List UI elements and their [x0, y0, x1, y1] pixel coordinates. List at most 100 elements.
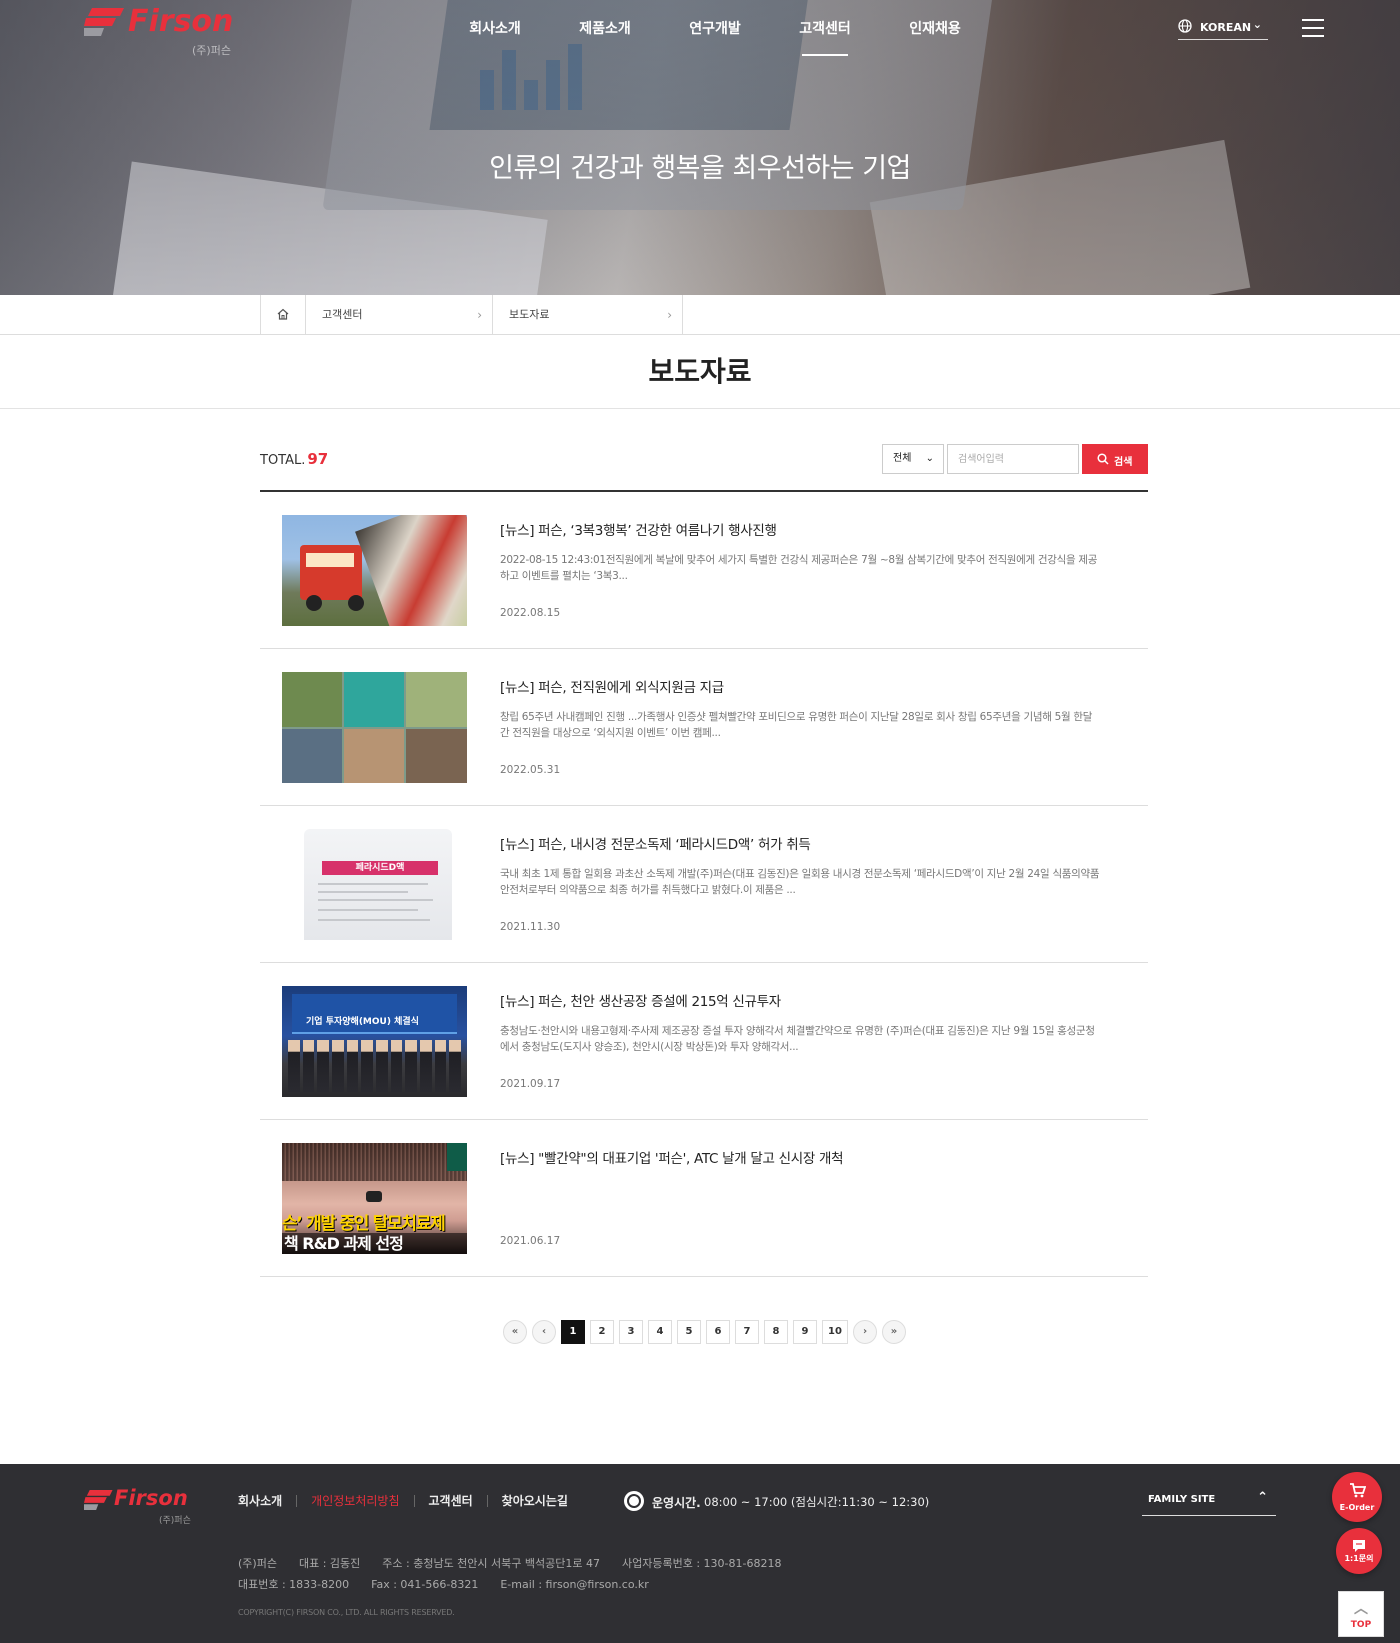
play-icon [366, 1191, 382, 1202]
page-number[interactable]: 1 [561, 1320, 585, 1344]
breadcrumb: 고객센터 › 보도자료 › [0, 295, 1400, 335]
chevron-up-icon: ⌃ [1257, 1490, 1268, 1505]
page-number[interactable]: 6 [706, 1320, 730, 1344]
breadcrumb-home[interactable] [260, 295, 306, 335]
logo-subtitle: (주)퍼슨 [192, 44, 231, 57]
chevron-up-icon: ︿ [1354, 1601, 1368, 1617]
hero-title: 인류의 건강과 행복을 최우선하는 기업 [489, 153, 911, 184]
inquiry-button[interactable]: 1:1문의 [1336, 1528, 1382, 1574]
top-label: TOP [1350, 1620, 1372, 1630]
page-number[interactable]: 4 [648, 1320, 672, 1344]
page-last[interactable]: » [882, 1320, 906, 1344]
family-site-select[interactable]: FAMILY SITE ⌃ [1142, 1488, 1276, 1516]
main-nav: 회사소개 제품소개 연구개발 고객센터 인재채용 [440, 18, 990, 58]
bottle-label: 페라시드D액 [322, 861, 438, 875]
article-item[interactable]: [뉴스] 퍼슨, ‘3복3행복’ 건강한 여름나기 행사진행 2022-08-1… [260, 492, 1148, 649]
company-ceo: 대표 : 김동진 [298, 1557, 361, 1570]
article-title: [뉴스] 퍼슨, 전직원에게 외식지원금 지급 [500, 680, 724, 696]
filter-value: 전체 [893, 453, 912, 464]
hero-banner: Firson (주)퍼슨 회사소개 제품소개 연구개발 고객센터 인재채용 KO… [0, 0, 1400, 295]
company-fax: Fax : 041-566-8321 [371, 1578, 479, 1591]
page-prev[interactable]: ‹ [532, 1320, 556, 1344]
language-selector[interactable]: KOREAN ⌄ [1178, 16, 1268, 40]
search-filter-select[interactable]: 전체 ⌄ [882, 444, 944, 474]
page-number[interactable]: 9 [793, 1320, 817, 1344]
total-count: TOTAL. 97 [260, 450, 328, 468]
company-email: E-mail : firson@firson.co.kr [500, 1578, 649, 1591]
search-button[interactable]: 검색 [1082, 444, 1148, 474]
page-number[interactable]: 8 [764, 1320, 788, 1344]
article-date: 2022.08.15 [500, 607, 561, 619]
scroll-top-button[interactable]: ︿ TOP [1338, 1591, 1384, 1637]
page-first[interactable]: « [503, 1320, 527, 1344]
page-number[interactable]: 3 [619, 1320, 643, 1344]
search-icon [1097, 453, 1109, 465]
brand-logo[interactable]: Firson (주)퍼슨 [84, 4, 244, 57]
hours-value: 08:00 ~ 17:00 (점심시간:11:30 ~ 12:30) [704, 1495, 930, 1509]
page-number[interactable]: 7 [735, 1320, 759, 1344]
article-item[interactable]: 슨’ 개발 중인 탈모치료제 책 R&D 과제 선정 [뉴스] "빨간약"의 대… [260, 1120, 1148, 1277]
breadcrumb-item-customer-center[interactable]: 고객센터 › [306, 295, 493, 335]
clock-icon [624, 1491, 644, 1511]
inquiry-label: 1:1문의 [1344, 1554, 1374, 1563]
company-name: (주)퍼슨 [238, 1557, 277, 1570]
breadcrumb-item-press[interactable]: 보도자료 › [493, 295, 683, 335]
footer: Firson (주)퍼슨 회사소개 개인정보처리방침 고객센터 찾아오시는길 운… [0, 1464, 1400, 1643]
nav-customer-center[interactable]: 고객센터 [770, 18, 880, 58]
footer-logo[interactable]: Firson (주)퍼슨 [84, 1486, 194, 1526]
footer-link-directions[interactable]: 찾아오시는길 [486, 1495, 582, 1507]
article-item[interactable]: 페라시드D액 [뉴스] 퍼슨, 내시경 전문소독제 ‘페라시드D액’ 허가 취득… [260, 806, 1148, 963]
article-date: 2021.06.17 [500, 1235, 561, 1247]
article-summary: 충청남도·천안시와 내용고형제·주사제 제조공장 증설 투자 양해각서 체결빨간… [500, 1025, 1095, 1053]
footer-nav: 회사소개 개인정보처리방침 고객센터 찾아오시는길 [238, 1495, 582, 1507]
article-thumbnail [282, 515, 467, 626]
page-next[interactable]: › [853, 1320, 877, 1344]
article-title: [뉴스] "빨간약"의 대표기업 '퍼슨', ATC 날개 달고 신시장 개척 [500, 1151, 844, 1167]
page-number[interactable]: 5 [677, 1320, 701, 1344]
nav-products[interactable]: 제품소개 [550, 18, 660, 58]
breadcrumb-label: 보도자료 [509, 308, 550, 321]
language-label: KOREAN [1200, 21, 1252, 34]
video-caption: 슨’ 개발 중인 탈모치료제 [282, 1214, 446, 1234]
search-button-label: 검색 [1114, 457, 1133, 468]
divider [0, 408, 1400, 409]
article-item[interactable]: 기업 투자양해(MOU) 체결식 [뉴스] 퍼슨, 천안 생산공장 증설에 21… [260, 963, 1148, 1120]
hours-label: 운영시간. [652, 1496, 701, 1510]
article-summary: 국내 최초 1제 통합 일회용 과초산 소독제 개발(주)퍼슨(대표 김동진)은… [500, 868, 1100, 896]
article-date: 2021.09.17 [500, 1078, 561, 1090]
article-date: 2021.11.30 [500, 921, 561, 933]
e-order-label: E-Order [1339, 1503, 1375, 1512]
logo-subtitle: (주)퍼슨 [159, 1516, 191, 1526]
page-title: 보도자료 [648, 355, 752, 388]
pagination: « ‹ 1 2 3 4 5 6 7 8 9 10 › » [503, 1320, 906, 1344]
banner-text: 기업 투자양해(MOU) 체결식 [306, 1017, 419, 1027]
footer-link-company[interactable]: 회사소개 [238, 1495, 296, 1507]
company-biz-no: 사업자등록번호 : 130-81-68218 [622, 1557, 782, 1570]
article-thumbnail [282, 672, 467, 783]
article-date: 2022.05.31 [500, 764, 561, 776]
footer-link-customer-center[interactable]: 고객센터 [413, 1495, 487, 1507]
article-title: [뉴스] 퍼슨, 천안 생산공장 증설에 215억 신규투자 [500, 994, 781, 1010]
nav-careers[interactable]: 인재채용 [880, 18, 990, 58]
chevron-right-icon: › [667, 308, 672, 322]
article-title: [뉴스] 퍼슨, 내시경 전문소독제 ‘페라시드D액’ 허가 취득 [500, 837, 811, 853]
video-caption: 책 R&D 과제 선정 [282, 1233, 467, 1254]
company-info: (주)퍼슨 대표 : 김동진 주소 : 충청남도 천안시 서북구 백석공단1로 47… [238, 1553, 803, 1595]
article-thumbnail: 기업 투자양해(MOU) 체결식 [282, 986, 467, 1097]
page-number[interactable]: 10 [822, 1320, 848, 1344]
article-item[interactable]: [뉴스] 퍼슨, 전직원에게 외식지원금 지급 창립 65주년 사내캠페인 진행… [260, 649, 1148, 806]
chevron-right-icon: › [477, 308, 482, 322]
footer-link-privacy[interactable]: 개인정보처리방침 [296, 1495, 413, 1507]
nav-company[interactable]: 회사소개 [440, 18, 550, 58]
logo-mark-icon [84, 8, 124, 36]
article-summary: 창립 65주년 사내캠페인 진행 ...가족행사 인증샷 펠쳐빨간약 포비딘으로… [500, 711, 1093, 739]
breadcrumb-label: 고객센터 [322, 308, 363, 321]
globe-icon [1178, 19, 1192, 33]
company-tel: 대표번호 : 1833-8200 [238, 1578, 350, 1591]
search-input[interactable] [947, 444, 1079, 474]
page-number[interactable]: 2 [590, 1320, 614, 1344]
family-site-label: FAMILY SITE [1148, 1494, 1216, 1505]
hamburger-menu-icon[interactable] [1302, 19, 1324, 37]
nav-research[interactable]: 연구개발 [660, 18, 770, 58]
e-order-button[interactable]: E-Order [1332, 1472, 1382, 1522]
